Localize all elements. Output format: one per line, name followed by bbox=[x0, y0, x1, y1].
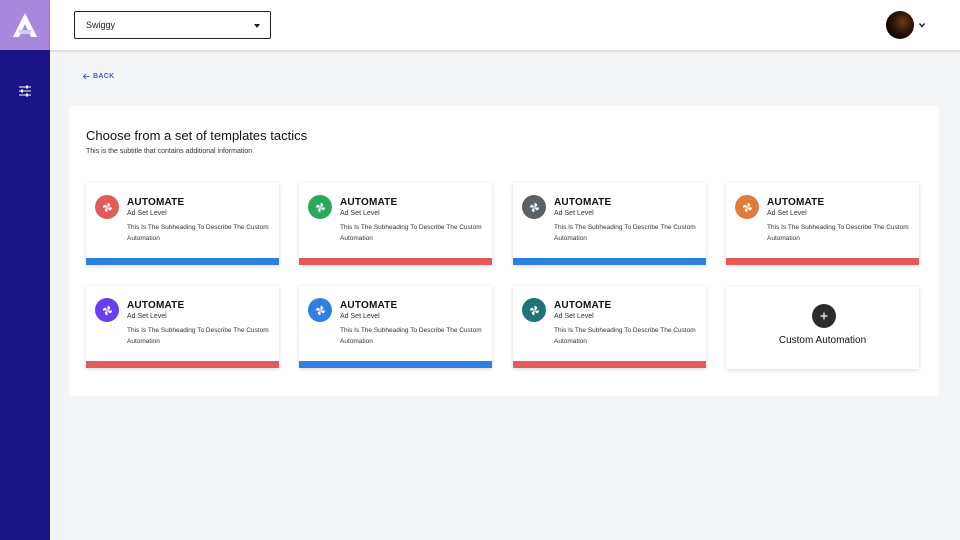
pinwheel-icon bbox=[308, 298, 332, 322]
account-select[interactable]: Swiggy bbox=[74, 11, 271, 39]
card-title: AUTOMATE bbox=[554, 300, 612, 311]
card-accent-bar bbox=[86, 258, 279, 265]
panel-subtitle: This is the subtitle that contains addit… bbox=[86, 148, 253, 155]
card-level: Ad Set Level bbox=[340, 210, 380, 217]
card-accent-bar bbox=[513, 258, 706, 265]
card-level: Ad Set Level bbox=[340, 313, 380, 320]
custom-automation-label: Custom Automation bbox=[778, 335, 867, 346]
plus-icon bbox=[812, 304, 836, 328]
card-accent-bar bbox=[299, 361, 492, 368]
back-link[interactable]: BACK bbox=[83, 73, 114, 80]
pinwheel-icon bbox=[735, 195, 759, 219]
card-accent-bar bbox=[726, 258, 919, 265]
card-level: Ad Set Level bbox=[127, 313, 167, 320]
card-description: This Is The Subheading To Describe The C… bbox=[767, 224, 909, 242]
template-card[interactable]: AUTOMATE Ad Set Level This Is The Subheadi… bbox=[513, 286, 706, 368]
card-level: Ad Set Level bbox=[554, 313, 594, 320]
card-title: AUTOMATE bbox=[127, 300, 185, 311]
card-accent-bar bbox=[86, 361, 279, 368]
card-description: This Is The Subheading To Describe The C… bbox=[554, 224, 696, 242]
pinwheel-icon bbox=[522, 298, 546, 322]
card-level: Ad Set Level bbox=[554, 210, 594, 217]
card-title: AUTOMATE bbox=[127, 197, 185, 208]
pinwheel-icon bbox=[522, 195, 546, 219]
template-card[interactable]: AUTOMATE Ad Set Level This Is The Subheadi… bbox=[86, 183, 279, 265]
template-card[interactable]: AUTOMATE Ad Set Level This Is The Subheadi… bbox=[513, 183, 706, 265]
card-title: AUTOMATE bbox=[340, 197, 398, 208]
card-description: This Is The Subheading To Describe The C… bbox=[340, 224, 482, 242]
card-title: AUTOMATE bbox=[554, 197, 612, 208]
card-title: AUTOMATE bbox=[767, 197, 825, 208]
card-description: This Is The Subheading To Describe The C… bbox=[127, 327, 269, 345]
custom-automation-card[interactable]: Custom Automation bbox=[726, 287, 919, 369]
card-accent-bar bbox=[299, 258, 492, 265]
card-title: AUTOMATE bbox=[340, 300, 398, 311]
card-description: This Is The Subheading To Describe The C… bbox=[554, 327, 696, 345]
template-card[interactable]: AUTOMATE Ad Set Level This Is The Subheadi… bbox=[299, 183, 492, 265]
card-level: Ad Set Level bbox=[127, 210, 167, 217]
chevron-down-icon[interactable] bbox=[918, 21, 926, 29]
logo[interactable] bbox=[0, 0, 50, 50]
panel-title: Choose from a set of templates tactics bbox=[86, 128, 308, 143]
caret-down-icon bbox=[254, 24, 260, 28]
filter-icon[interactable] bbox=[18, 85, 32, 97]
account-select-value: Swiggy bbox=[86, 20, 116, 30]
template-card[interactable]: AUTOMATE Ad Set Level This Is The Subheadi… bbox=[86, 286, 279, 368]
logo-icon bbox=[13, 13, 37, 37]
card-accent-bar bbox=[513, 361, 706, 368]
template-card[interactable]: AUTOMATE Ad Set Level This Is The Subheadi… bbox=[726, 183, 919, 265]
pinwheel-icon bbox=[308, 195, 332, 219]
top-bar: Swiggy bbox=[50, 0, 960, 50]
card-description: This Is The Subheading To Describe The C… bbox=[127, 224, 269, 242]
template-card[interactable]: AUTOMATE Ad Set Level This Is The Subheadi… bbox=[299, 286, 492, 368]
sidebar bbox=[0, 0, 50, 540]
pinwheel-icon bbox=[95, 298, 119, 322]
back-link-label: BACK bbox=[93, 73, 115, 80]
card-level: Ad Set Level bbox=[767, 210, 807, 217]
card-description: This Is The Subheading To Describe The C… bbox=[340, 327, 482, 345]
avatar[interactable] bbox=[886, 11, 914, 39]
arrow-left-icon bbox=[83, 73, 90, 80]
pinwheel-icon bbox=[95, 195, 119, 219]
